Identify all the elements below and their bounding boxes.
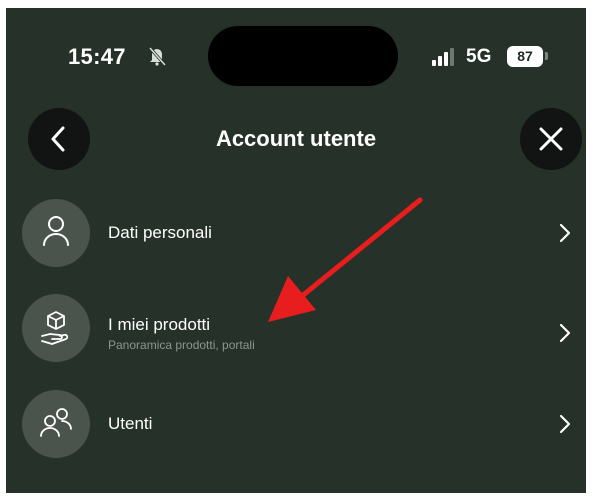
hand-box-icon [41, 311, 69, 345]
screen: 15:47 5G 87 Account utente Dati personal… [6, 8, 586, 493]
row-icon-container [22, 294, 90, 362]
close-button[interactable] [520, 108, 582, 170]
users-icon [40, 408, 72, 437]
chevron-right-icon [559, 414, 571, 434]
dynamic-island [208, 26, 398, 86]
row-label: Dati personali [108, 223, 212, 242]
row-icon-container [22, 199, 90, 267]
person-icon [43, 216, 69, 246]
chevron-right-icon [559, 223, 571, 243]
row-subtitle: Panoramica prodotti, portali [108, 338, 255, 352]
row-label: I miei prodotti [108, 315, 211, 334]
battery-indicator: 87 [507, 46, 543, 67]
chevron-right-icon [559, 323, 571, 343]
battery-tip [545, 52, 548, 60]
menu-item-i-miei-prodotti[interactable]: I miei prodotti Panoramica prodotti, por… [6, 294, 586, 374]
chevron-left-icon [51, 126, 65, 152]
row-label: Utenti [108, 414, 153, 433]
network-label: 5G [466, 46, 492, 67]
bell-slash-icon [148, 47, 166, 66]
close-icon [539, 127, 563, 151]
back-button[interactable] [28, 108, 90, 170]
menu-item-dati-personali[interactable]: Dati personali [6, 199, 586, 279]
menu-item-utenti[interactable]: Utenti [6, 390, 586, 470]
signal-icon [432, 48, 454, 66]
row-icon-container [22, 390, 90, 458]
status-time: 15:47 [68, 44, 126, 69]
page-title: Account utente [215, 126, 377, 151]
